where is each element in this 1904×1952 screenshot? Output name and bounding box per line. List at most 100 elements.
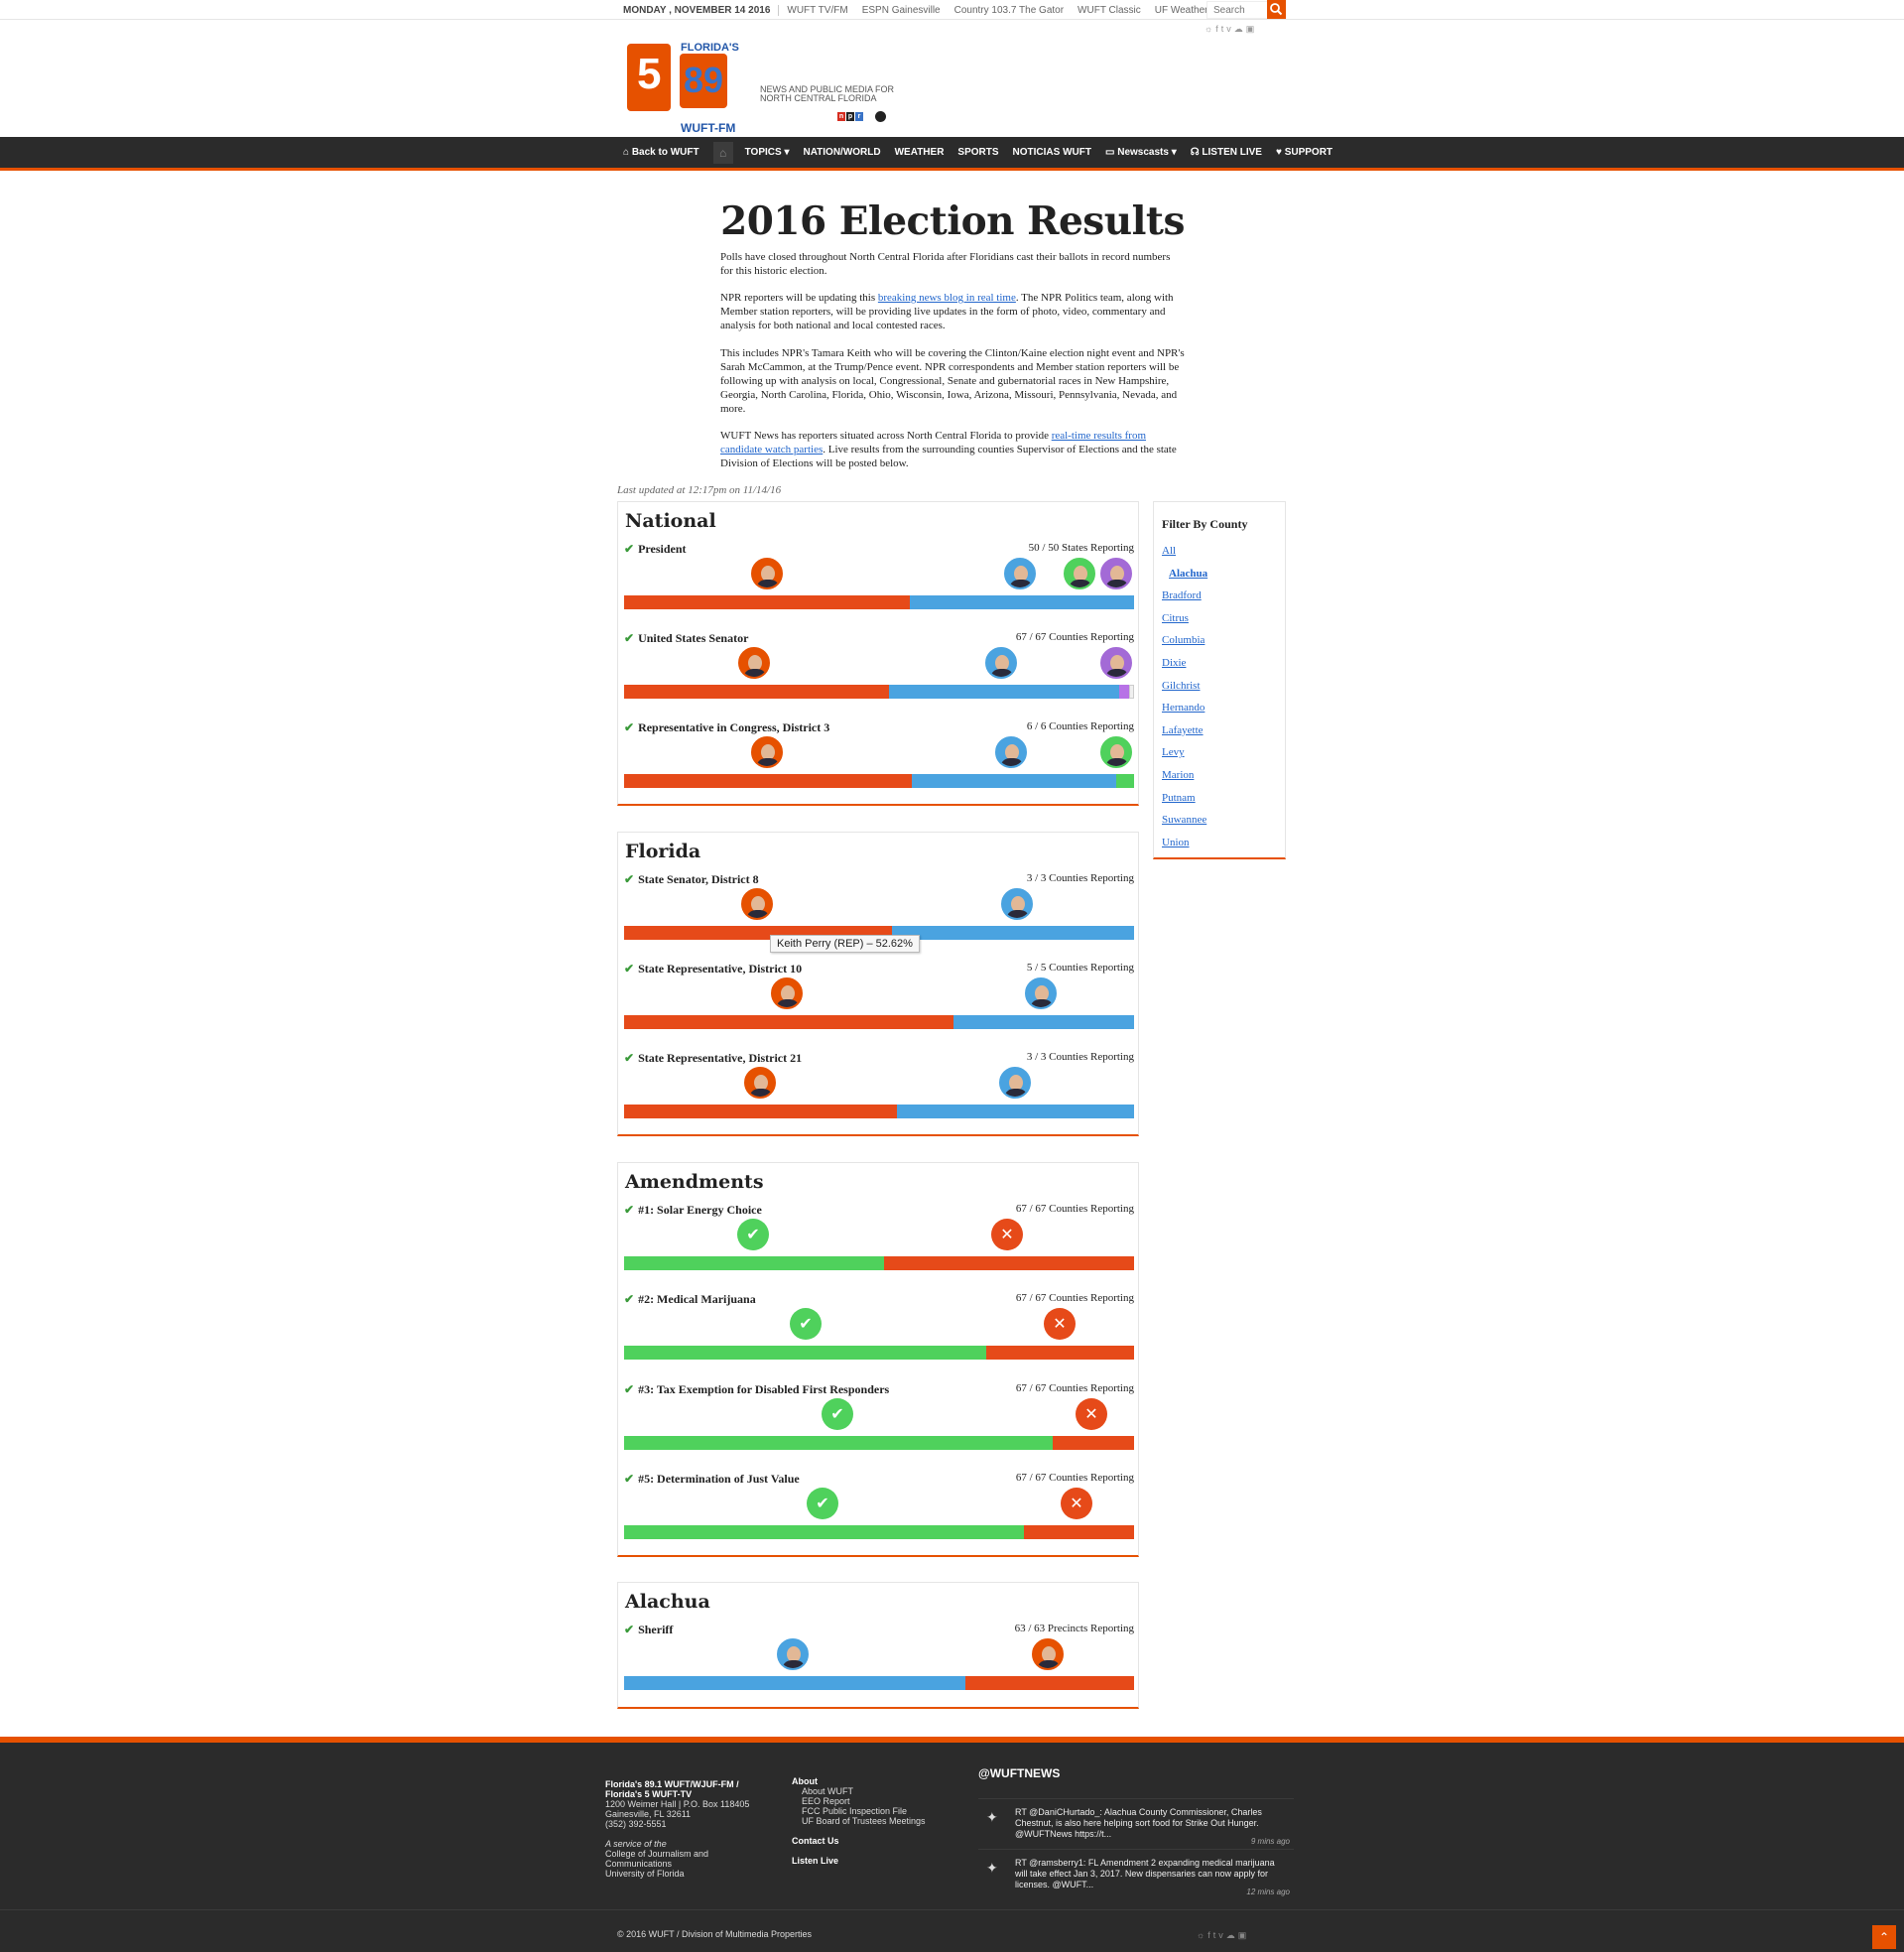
county-link-alachua[interactable]: Alachua xyxy=(1162,563,1207,586)
results-bar-segment[interactable] xyxy=(1052,1436,1134,1450)
candidate-avatar-rep[interactable] xyxy=(751,736,783,768)
candidate-avatar-dem[interactable] xyxy=(777,1638,809,1670)
footer-link-about-wuft[interactable]: About WUFT xyxy=(802,1786,853,1796)
results-bar-segment[interactable] xyxy=(965,1676,1134,1690)
results-bar-segment[interactable] xyxy=(884,1256,1134,1270)
footer-about-link[interactable]: About xyxy=(792,1776,818,1786)
yes-check-icon[interactable]: ✔ xyxy=(737,1219,769,1250)
candidate-avatar-rep[interactable] xyxy=(741,888,773,920)
yes-check-icon[interactable]: ✔ xyxy=(822,1398,853,1430)
results-bar-segment[interactable] xyxy=(909,595,1134,609)
county-link-union[interactable]: Union xyxy=(1162,832,1207,854)
footer-social-icons[interactable]: ☼ftv☁▣ xyxy=(1197,1930,1249,1941)
nav-support[interactable]: ♥ SUPPORT xyxy=(1276,147,1333,158)
nav-nation-world[interactable]: NATION/WORLD xyxy=(803,147,880,158)
results-bar-segment[interactable] xyxy=(912,774,1116,788)
no-x-icon[interactable]: ✕ xyxy=(991,1219,1023,1250)
footer-contact-link[interactable]: Contact Us xyxy=(792,1836,839,1846)
search-button[interactable] xyxy=(1267,0,1286,19)
results-bar-segment[interactable] xyxy=(624,1015,953,1029)
candidate-avatar-npa[interactable] xyxy=(1100,647,1132,679)
results-bar-segment[interactable] xyxy=(624,1105,897,1118)
yes-check-icon[interactable]: ✔ xyxy=(807,1488,838,1519)
candidate-avatar-dem[interactable] xyxy=(995,736,1027,768)
no-x-icon[interactable]: ✕ xyxy=(1044,1308,1076,1340)
county-link-hernando[interactable]: Hernando xyxy=(1162,697,1207,719)
county-link-levy[interactable]: Levy xyxy=(1162,741,1207,764)
results-bar-segment[interactable] xyxy=(624,1256,885,1270)
twitter-handle[interactable]: @WUFTNEWS xyxy=(978,1766,1060,1780)
county-link-bradford[interactable]: Bradford xyxy=(1162,585,1207,607)
vimeo-icon[interactable]: v xyxy=(1218,1930,1226,1940)
results-bar-segment[interactable] xyxy=(624,1676,966,1690)
candidate-avatar-rep[interactable] xyxy=(771,977,803,1009)
soundcloud-icon[interactable]: ☁ xyxy=(1226,1930,1238,1940)
results-bar-segment[interactable] xyxy=(624,1525,1025,1539)
candidate-avatar-other[interactable] xyxy=(1100,736,1132,768)
no-x-icon[interactable]: ✕ xyxy=(1076,1398,1107,1430)
results-bar-segment[interactable] xyxy=(1118,685,1129,699)
home-icon[interactable]: ⌂ xyxy=(712,141,733,164)
top-link-wuft-tvfm[interactable]: WUFT TV/FM xyxy=(787,5,847,16)
candidate-avatar-dem[interactable] xyxy=(1025,977,1057,1009)
county-link-columbia[interactable]: Columbia xyxy=(1162,629,1207,652)
results-bar-segment[interactable] xyxy=(624,1346,986,1360)
no-x-icon[interactable]: ✕ xyxy=(1061,1488,1092,1519)
logo-tv5: 5 xyxy=(627,44,671,111)
footer-link-fcc[interactable]: FCC Public Inspection File xyxy=(802,1806,907,1816)
county-link-suwannee[interactable]: Suwannee xyxy=(1162,809,1207,832)
nav-weather[interactable]: WEATHER xyxy=(895,147,945,158)
candidate-avatar-dem[interactable] xyxy=(1004,558,1036,589)
results-bar-segment[interactable] xyxy=(624,685,890,699)
results-bar-segment[interactable] xyxy=(952,1015,1134,1029)
footer-link-eeo[interactable]: EEO Report xyxy=(802,1796,850,1806)
county-link-citrus[interactable]: Citrus xyxy=(1162,607,1207,630)
instagram-icon[interactable]: ▣ xyxy=(1238,1930,1250,1940)
tweet-item[interactable]: ✦ RT @ramsberry1: FL Amendment 2 expandi… xyxy=(978,1849,1294,1898)
results-bar-segment[interactable] xyxy=(624,774,913,788)
nav-back-to-wuft[interactable]: ⌂ Back to WUFT xyxy=(623,147,699,158)
nav-sports[interactable]: SPORTS xyxy=(957,147,998,158)
breaking-news-blog-link[interactable]: breaking news blog in real time xyxy=(878,292,1016,304)
candidate-avatar-dem[interactable] xyxy=(1001,888,1033,920)
top-link-espn[interactable]: ESPN Gainesville xyxy=(862,5,941,16)
yes-check-icon[interactable]: ✔ xyxy=(790,1308,822,1340)
candidate-avatar-rep[interactable] xyxy=(744,1067,776,1099)
candidate-avatar-dem[interactable] xyxy=(985,647,1017,679)
scroll-to-top-button[interactable]: ⌃ xyxy=(1872,1925,1896,1949)
nav-topics[interactable]: TOPICS ▾ xyxy=(745,147,790,158)
county-link-dixie[interactable]: Dixie xyxy=(1162,652,1207,675)
county-link-lafayette[interactable]: Lafayette xyxy=(1162,719,1207,742)
county-link-putnam[interactable]: Putnam xyxy=(1162,787,1207,810)
site-logo[interactable]: 5 FLORIDA'S 89 WUFT-FM NEWS AND PUBLIC M… xyxy=(627,42,895,135)
county-link-all[interactable]: All xyxy=(1162,540,1207,563)
top-link-country[interactable]: Country 103.7 The Gator xyxy=(954,5,1064,16)
footer-listen-link[interactable]: Listen Live xyxy=(792,1856,838,1866)
county-link-marion[interactable]: Marion xyxy=(1162,764,1207,787)
results-bar-segment[interactable] xyxy=(889,685,1119,699)
results-bar-segment[interactable] xyxy=(1116,774,1134,788)
nav-newscasts[interactable]: ▭ Newscasts ▾ xyxy=(1105,147,1177,158)
tweet-item[interactable]: ✦ RT @DaniCHurtado_: Alachua County Comm… xyxy=(978,1798,1294,1848)
rss-icon[interactable]: ☼ xyxy=(1197,1930,1207,1940)
top-link-uf-weather[interactable]: UF Weather xyxy=(1155,5,1208,16)
candidate-avatar-dem[interactable] xyxy=(999,1067,1031,1099)
footer-link-board[interactable]: UF Board of Trustees Meetings xyxy=(802,1816,926,1826)
county-link-gilchrist[interactable]: Gilchrist xyxy=(1162,675,1207,698)
results-bar xyxy=(624,1346,1134,1360)
nav-noticias[interactable]: NOTICIAS WUFT xyxy=(1013,147,1091,158)
results-bar-segment[interactable] xyxy=(892,926,1134,940)
results-bar-segment[interactable] xyxy=(1128,685,1134,699)
candidate-avatar-rep[interactable] xyxy=(1032,1638,1064,1670)
results-bar-segment[interactable] xyxy=(985,1346,1134,1360)
candidate-avatar-grn[interactable] xyxy=(1100,558,1132,589)
results-bar-segment[interactable] xyxy=(624,1436,1053,1450)
results-bar-segment[interactable] xyxy=(896,1105,1134,1118)
candidate-avatar-rep[interactable] xyxy=(738,647,770,679)
nav-listen-live[interactable]: ☊ LISTEN LIVE xyxy=(1191,147,1262,158)
results-bar-segment[interactable] xyxy=(624,595,910,609)
candidate-avatar-rep[interactable] xyxy=(751,558,783,589)
top-link-classic[interactable]: WUFT Classic xyxy=(1078,5,1141,16)
results-bar-segment[interactable] xyxy=(1024,1525,1134,1539)
candidate-avatar-lpf[interactable] xyxy=(1064,558,1095,589)
